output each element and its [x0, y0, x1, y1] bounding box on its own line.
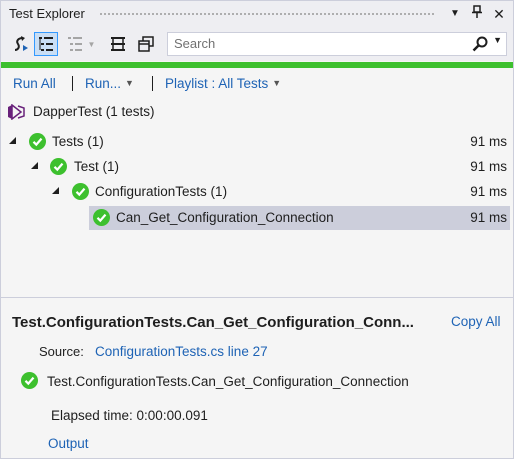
tree-row-label: Tests (1) [52, 134, 104, 149]
test-tree: DapperTest (1 tests) Tests (1) 91 ms Tes… [1, 98, 513, 294]
tree-row-duration: 91 ms [470, 159, 507, 174]
tree-row-selected[interactable]: Can_Get_Configuration_Connection 91 ms [1, 206, 513, 230]
copy-all-link[interactable]: Copy All [451, 314, 501, 329]
project-label: DapperTest (1 tests) [33, 104, 155, 119]
search-options-chevron-down-icon[interactable]: ▼ [493, 35, 502, 45]
group-list-disabled-icon [67, 37, 82, 51]
tree-row[interactable]: ConfigurationTests (1) 91 ms [1, 180, 513, 204]
separator [72, 76, 73, 91]
expand-all-icon [111, 37, 125, 51]
run-dropdown-button[interactable]: Run... ▼ [85, 76, 134, 91]
passed-check-icon [50, 158, 67, 175]
run-dropdown-label: Run... [85, 76, 122, 91]
drag-grip[interactable] [99, 12, 435, 17]
tree-row[interactable]: Test (1) 91 ms [1, 155, 513, 179]
tree-row-label: Can_Get_Configuration_Connection [116, 210, 334, 225]
run-all-button[interactable]: Run All [13, 76, 56, 91]
tree-row-label: ConfigurationTests (1) [95, 184, 228, 199]
passed-check-icon [21, 372, 38, 389]
search-icon[interactable] [472, 36, 488, 52]
run-tests-after-build-button[interactable] [9, 32, 33, 56]
toolbar: ▼ ▼ [1, 28, 513, 61]
output-link[interactable]: Output [48, 436, 89, 451]
pin-icon[interactable] [469, 5, 485, 23]
test-details-pane: Test.ConfigurationTests.Can_Get_Configur… [1, 298, 513, 458]
playlist-dropdown-button[interactable]: Playlist : All Tests ▼ [165, 76, 281, 91]
tree-row-duration: 91 ms [470, 184, 507, 199]
source-link[interactable]: ConfigurationTests.cs line 27 [95, 344, 268, 359]
hierarchy-list-icon [39, 37, 53, 51]
chevron-down-icon: ▼ [125, 78, 134, 88]
collapse-triangle-icon[interactable] [9, 137, 16, 144]
test-explorer-window: Test Explorer ▼ ✕ ▼ Search ▼ Run All Run… [0, 0, 514, 459]
group-by-hierarchy-button[interactable] [34, 32, 58, 56]
tree-row-label: Test (1) [74, 159, 120, 174]
elapsed-time: Elapsed time: 0:00:00.091 [51, 408, 208, 423]
chevron-down-icon: ▼ [272, 78, 282, 88]
collapse-all-button[interactable] [134, 32, 158, 56]
run-after-build-icon [14, 36, 28, 51]
window-menu-chevron-down-icon[interactable]: ▼ [447, 5, 463, 23]
collapse-triangle-icon[interactable] [31, 162, 38, 169]
passed-check-icon [72, 183, 89, 200]
title-bar: Test Explorer ▼ ✕ [1, 1, 513, 28]
close-icon[interactable]: ✕ [491, 5, 507, 23]
chevron-down-icon: ▼ [87, 39, 96, 49]
expand-all-button[interactable] [106, 32, 130, 56]
tree-row-duration: 91 ms [470, 210, 507, 225]
passed-check-icon [29, 133, 46, 150]
passed-check-icon [93, 209, 110, 226]
separator [152, 76, 153, 91]
project-row[interactable]: DapperTest (1 tests) [1, 100, 513, 124]
test-full-name: Test.ConfigurationTests.Can_Get_Configur… [47, 374, 409, 389]
group-by-dropdown-button[interactable]: ▼ [63, 32, 99, 56]
source-label: Source: [39, 344, 84, 359]
copy-windows-icon [138, 36, 154, 52]
tree-row[interactable]: Tests (1) 91 ms [1, 130, 513, 154]
search-box[interactable]: ▼ [167, 32, 507, 56]
search-input[interactable] [174, 36, 464, 51]
collapse-triangle-icon[interactable] [52, 187, 59, 194]
window-title: Test Explorer [9, 6, 85, 21]
visual-studio-project-icon [8, 104, 25, 120]
test-detail-title: Test.ConfigurationTests.Can_Get_Configur… [12, 314, 414, 331]
command-bar: Run All Run... ▼ Playlist : All Tests ▼ [1, 68, 513, 98]
tree-row-duration: 91 ms [470, 134, 507, 149]
playlist-label: Playlist : All Tests [165, 76, 269, 91]
